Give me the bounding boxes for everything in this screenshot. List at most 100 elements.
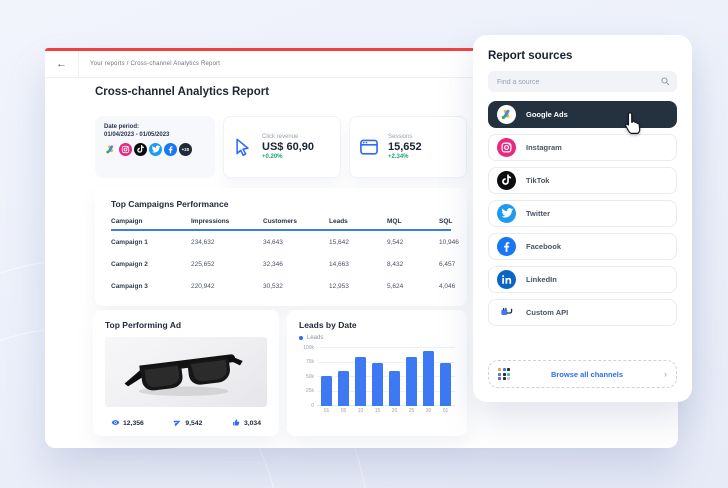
channel-icons: +20 [104, 143, 206, 156]
bar [423, 351, 434, 406]
instagram-icon [497, 138, 516, 157]
google-ads-icon [497, 105, 516, 124]
back-button[interactable]: ← [45, 51, 79, 77]
bar [440, 363, 451, 407]
y-axis-tick: 75k [298, 359, 314, 365]
back-arrow-icon: ← [56, 58, 67, 70]
bar [406, 357, 417, 406]
source-label: Custom API [526, 308, 568, 317]
kpi-label: Sessions [388, 134, 422, 140]
table-cell: Campaign 2 [111, 261, 191, 268]
source-label: Twitter [526, 209, 550, 218]
top-ad-card: Top Performing Ad 1 [93, 310, 279, 436]
instagram-icon [119, 143, 132, 156]
table-cell: 32,346 [263, 261, 329, 268]
table-row: Campaign 2225,65232,34614,6638,4326,457 [111, 253, 451, 275]
bar [321, 376, 332, 406]
x-axis-tick: 15 [372, 408, 383, 414]
bar [389, 371, 400, 406]
bar [372, 363, 383, 407]
report-sources-panel: Report sources Google Ads Instagram TikT… [473, 35, 692, 402]
campaigns-table-body: Campaign 1234,63234,64315,6429,54210,946… [111, 231, 451, 297]
facebook-icon [497, 237, 516, 256]
chart-legend: Leads [299, 335, 455, 341]
tiktok-icon [497, 171, 516, 190]
kpi-label: Click revenue [262, 134, 314, 140]
twitter-icon [149, 143, 162, 156]
cursor-click-icon [232, 136, 254, 158]
source-label: Facebook [526, 242, 561, 251]
chevron-right-icon: › [664, 370, 667, 379]
breadcrumb[interactable]: Your reports / Cross-channel Analytics R… [90, 61, 220, 67]
column-header: Leads [329, 218, 387, 225]
x-axis-tick: 01 [440, 408, 451, 414]
chart-title: Leads by Date [299, 320, 455, 330]
top-ad-heading: Top Performing Ad [105, 320, 267, 330]
source-item-instagram[interactable]: Instagram [488, 134, 677, 161]
table-cell: Campaign 3 [111, 283, 191, 290]
legend-label: Leads [307, 335, 323, 341]
date-period-range: 01/04/2023 - 01/05/2023 [104, 132, 206, 138]
x-axis-tick: 20 [389, 408, 400, 414]
column-header: Campaign [111, 218, 191, 225]
source-label: Google Ads [526, 110, 568, 119]
column-header: Impressions [191, 218, 263, 225]
linkedin-icon [497, 270, 516, 289]
table-cell: 5,624 [387, 283, 439, 290]
source-item-facebook[interactable]: Facebook [488, 233, 677, 260]
table-cell: 14,663 [329, 261, 387, 268]
campaigns-heading: Top Campaigns Performance [111, 199, 451, 209]
table-cell: 8,432 [387, 261, 439, 268]
source-item-linkedin[interactable]: LinkedIn [488, 266, 677, 293]
table-cell: 12,953 [329, 283, 387, 290]
table-cell: 225,652 [191, 261, 263, 268]
source-item-tiktok[interactable]: TikTok [488, 167, 677, 194]
browse-all-channels-button[interactable]: Browse all channels › [488, 360, 677, 388]
source-label: TikTok [526, 176, 549, 185]
legend-dot [299, 336, 303, 340]
x-axis-tick: 30 [423, 408, 434, 414]
more-channels-badge: +20 [179, 143, 192, 156]
bar-chart: 025k50k75k100k [317, 348, 455, 406]
send-icon [173, 414, 182, 432]
table-cell: 34,643 [263, 239, 329, 246]
sources-list: Google Ads Instagram TikTok Twitter Face… [488, 101, 677, 332]
table-row: Campaign 3220,94230,53212,9535,6244,046 [111, 275, 451, 297]
table-cell: 30,532 [263, 283, 329, 290]
ad-stat-thumb: 3,034 [232, 414, 261, 432]
browse-label: Browse all channels [510, 370, 664, 379]
kpi-delta: +0.20% [262, 154, 314, 160]
y-axis-tick: 0 [298, 403, 314, 409]
table-cell: 9,542 [387, 239, 439, 246]
y-axis-tick: 25k [298, 388, 314, 394]
kpi-card-click-revenue: Click revenue US$ 60,90 +0.20% [223, 116, 341, 178]
ad-stat-eye: 12,356 [111, 414, 144, 432]
table-cell: 15,642 [329, 239, 387, 246]
source-item-custom-api[interactable]: Custom API [488, 299, 677, 326]
sunglasses-image [105, 337, 267, 407]
search-icon [660, 76, 670, 86]
search-box[interactable] [488, 71, 677, 92]
table-cell: 234,632 [191, 239, 263, 246]
date-period-label: Date period: [104, 124, 206, 130]
page-title: Cross-channel Analytics Report [95, 86, 269, 98]
source-item-google-ads[interactable]: Google Ads [488, 101, 677, 128]
search-input[interactable] [488, 72, 677, 93]
google-ads-icon [104, 143, 117, 156]
source-item-twitter[interactable]: Twitter [488, 200, 677, 227]
kpi-card-sessions: Sessions 15,652 +2.34% [349, 116, 467, 178]
panel-title: Report sources [488, 50, 677, 62]
chart-x-axis: 0105101520253001 [317, 406, 455, 414]
bar [338, 371, 349, 406]
twitter-icon [497, 204, 516, 223]
app-background: ← Your reports / Cross-channel Analytics… [0, 0, 728, 488]
table-cell: Campaign 1 [111, 239, 191, 246]
x-axis-tick: 01 [321, 408, 332, 414]
x-axis-tick: 10 [355, 408, 366, 414]
stats-row: Date period: 01/04/2023 - 01/05/2023 +20… [95, 116, 467, 178]
eye-icon [111, 414, 120, 432]
ad-stat-send: 9,542 [173, 414, 202, 432]
table-row: Campaign 1234,63234,64315,6429,54210,946 [111, 231, 451, 253]
y-axis-tick: 50k [298, 374, 314, 380]
bars [317, 348, 455, 406]
